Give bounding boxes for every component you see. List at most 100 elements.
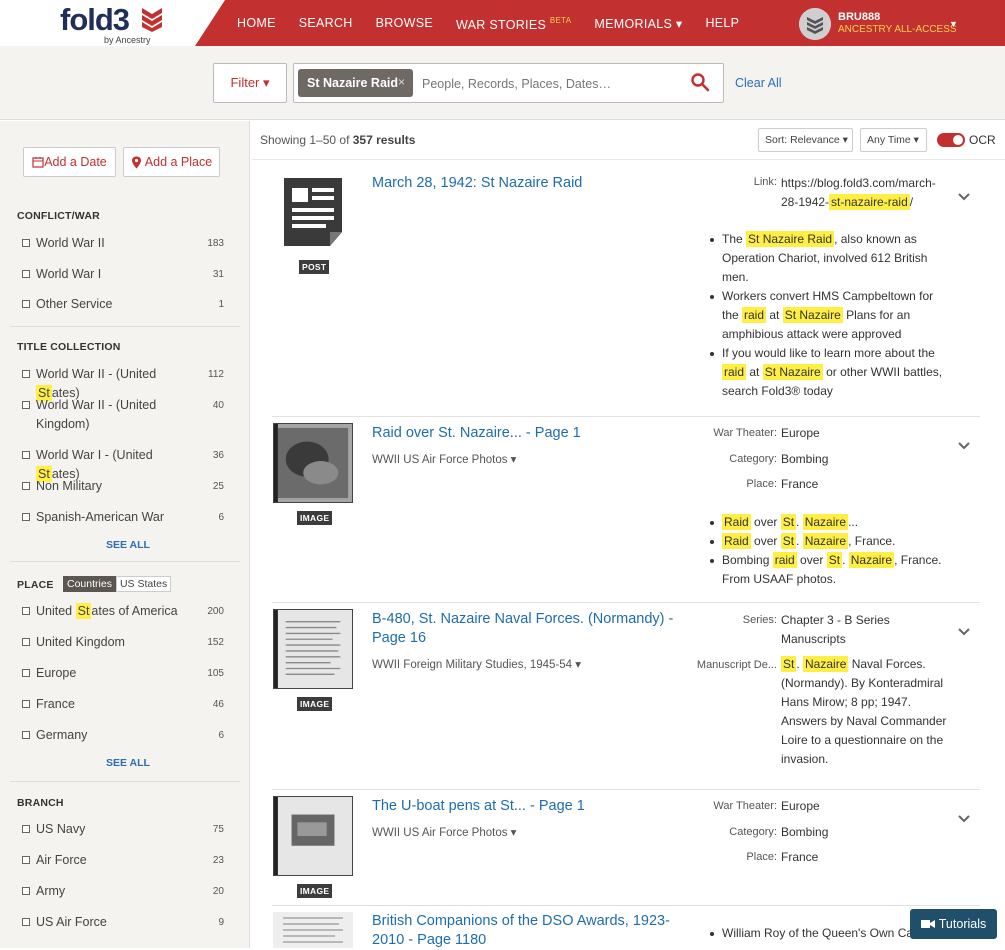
- filter-count: 6: [218, 730, 224, 741]
- sort-dropdown[interactable]: Sort: Relevance ▾: [758, 128, 853, 152]
- field-key: Place:: [746, 851, 777, 863]
- filter-label: World War II: [36, 236, 105, 250]
- add-place-label: Add a Place: [144, 155, 213, 169]
- field-value: Europe: [781, 426, 820, 440]
- chevron-down-icon[interactable]: [957, 627, 971, 637]
- checkbox[interactable]: [22, 825, 30, 833]
- chip-remove-icon[interactable]: ×: [398, 75, 405, 89]
- filter-count: 20: [212, 886, 224, 897]
- label-text: ates of America: [91, 604, 178, 618]
- map-pin-icon: [131, 156, 141, 168]
- filter-label: Air Force: [36, 853, 87, 867]
- field-key: Series:: [742, 614, 777, 626]
- filter-label: US Air Force: [36, 915, 107, 929]
- result-title[interactable]: Raid over St. Nazaire... - Page 1: [372, 424, 682, 443]
- result-title[interactable]: March 28, 1942: St Nazaire Raid: [372, 174, 682, 193]
- checkbox[interactable]: [22, 239, 30, 247]
- filter-count: 36: [212, 450, 224, 461]
- checkbox[interactable]: [22, 370, 30, 378]
- calendar-icon: [32, 157, 44, 168]
- nav-browse[interactable]: BROWSE: [376, 16, 433, 32]
- result-type-badge: IMAGE: [297, 697, 333, 711]
- image-thumbnail[interactable]: [273, 796, 353, 876]
- time-dropdown[interactable]: Any Time ▾: [860, 128, 927, 152]
- result-title[interactable]: B-480, St. Nazaire Naval Forces. (Norman…: [372, 610, 682, 648]
- checkbox[interactable]: [22, 607, 30, 615]
- snippet: Raid over St. Nazaire...: [708, 513, 948, 532]
- field-key: Place:: [746, 478, 777, 490]
- checkbox[interactable]: [22, 270, 30, 278]
- chevron-down-icon[interactable]: [957, 192, 971, 202]
- checkbox[interactable]: [22, 482, 30, 490]
- add-date-button[interactable]: Add a Date: [23, 147, 116, 177]
- tab-countries[interactable]: Countries: [63, 576, 116, 592]
- search-icon[interactable]: [690, 72, 710, 92]
- checkbox[interactable]: [22, 700, 30, 708]
- checkbox[interactable]: [22, 513, 30, 521]
- filter-label: United Kingdom: [36, 635, 125, 649]
- result-card: IMAGE B-480, St. Nazaire Naval Forces. (…: [272, 603, 980, 790]
- user-menu[interactable]: BRU888 ANCESTRY ALL-ACCESS ▼: [799, 7, 999, 41]
- search-box: St Nazaire Raid × People, Records, Place…: [293, 63, 724, 103]
- logo-word: fold3: [60, 2, 130, 37]
- divider: [10, 781, 240, 782]
- chevron-down-icon[interactable]: [957, 441, 971, 451]
- nav-help[interactable]: HELP: [705, 16, 739, 32]
- checkbox[interactable]: [22, 731, 30, 739]
- link-text: /: [909, 195, 914, 209]
- result-card: IMAGE The U-boat pens at St... - Page 1 …: [272, 790, 980, 906]
- result-type-badge: IMAGE: [297, 511, 333, 525]
- checkbox[interactable]: [22, 669, 30, 677]
- nav-home[interactable]: HOME: [237, 16, 276, 32]
- nav-war-stories[interactable]: WAR STORIES BETA: [456, 16, 571, 32]
- result-link[interactable]: https://blog.fold3.com/march-28-1942- st-…: [781, 174, 951, 212]
- filter-count: 183: [207, 238, 224, 249]
- logo-by-ancestry: by Ancestry: [104, 35, 151, 45]
- search-chip[interactable]: St Nazaire Raid ×: [298, 69, 413, 97]
- user-name: BRU888: [838, 11, 881, 23]
- title-collection-heading: TITLE COLLECTION: [17, 341, 121, 353]
- document-post-icon[interactable]: [282, 176, 344, 248]
- checkbox[interactable]: [22, 451, 30, 459]
- result-title[interactable]: The U-boat pens at St... - Page 1: [372, 797, 682, 816]
- ocr-toggle[interactable]: [937, 133, 965, 147]
- results-total: 357 results: [352, 133, 416, 147]
- fold3-logo[interactable]: fold3 by Ancestry: [0, 0, 225, 46]
- snippet: Workers convert HMS Campbeltown for the …: [708, 287, 948, 344]
- checkbox[interactable]: [22, 638, 30, 646]
- add-place-button[interactable]: Add a Place: [123, 147, 220, 177]
- filter-label: Europe: [36, 666, 77, 680]
- checkbox[interactable]: [22, 300, 30, 308]
- result-card: British Companions of the DSO Awards, 19…: [272, 906, 980, 948]
- nav-search[interactable]: SEARCH: [299, 16, 353, 32]
- conflict-war-heading: CONFLICT/WAR: [17, 210, 100, 222]
- checkbox[interactable]: [22, 918, 30, 926]
- result-collection[interactable]: WWII US Air Force Photos ▾: [372, 452, 516, 466]
- chevron-down-icon: ▼: [949, 19, 958, 29]
- checkbox[interactable]: [22, 856, 30, 864]
- filter-label: France: [36, 697, 75, 711]
- result-collection[interactable]: WWII US Air Force Photos ▾: [372, 825, 516, 839]
- checkbox[interactable]: [22, 401, 30, 409]
- result-title[interactable]: British Companions of the DSO Awards, 19…: [372, 912, 682, 950]
- result-snippets: The St Nazaire Raid, also known as Opera…: [708, 230, 948, 401]
- title-collection-see-all[interactable]: SEE ALL: [106, 539, 150, 551]
- clear-all-link[interactable]: Clear All: [735, 76, 782, 90]
- checkbox[interactable]: [22, 887, 30, 895]
- image-thumbnail[interactable]: [273, 912, 353, 948]
- result-collection[interactable]: WWII Foreign Military Studies, 1945-54 ▾: [372, 657, 581, 671]
- divider: [10, 326, 240, 327]
- image-thumbnail[interactable]: [273, 609, 353, 689]
- filter-count: 23: [212, 855, 224, 866]
- tutorials-button[interactable]: Tutorials: [910, 909, 997, 939]
- snippet: Bombing raid over St. Nazaire, France. F…: [708, 551, 948, 589]
- place-see-all[interactable]: SEE ALL: [106, 757, 150, 769]
- image-thumbnail[interactable]: [273, 423, 353, 503]
- filter-button[interactable]: Filter ▾: [213, 63, 287, 103]
- nav-memorials[interactable]: MEMORIALS ▾: [594, 16, 682, 32]
- chevron-down-icon[interactable]: [957, 814, 971, 824]
- add-date-label: Add a Date: [44, 155, 107, 169]
- field-value: Europe: [781, 799, 820, 813]
- tab-us-states[interactable]: US States: [115, 576, 172, 592]
- search-input[interactable]: People, Records, Places, Dates…: [422, 77, 611, 91]
